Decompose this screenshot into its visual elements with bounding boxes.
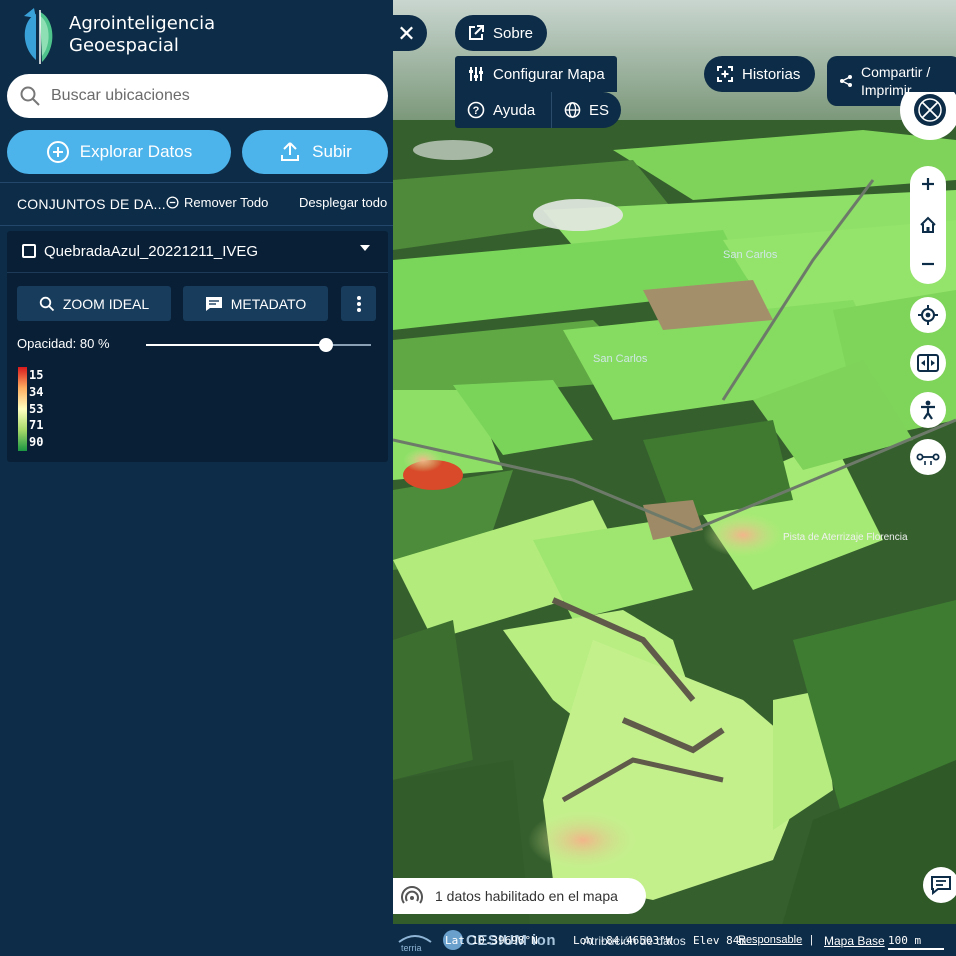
search-input[interactable] [51,82,371,110]
remove-all-button[interactable]: Remover Todo [166,195,268,210]
explore-data-button[interactable]: Explorar Datos [7,130,231,174]
longitude-readout: Lon -84.46503°W [573,934,673,947]
my-location-button[interactable] [910,297,946,333]
stories-label: Historias [742,65,801,83]
brand-name-line1: Agrointeligencia [69,13,216,34]
search-icon [39,296,54,311]
search-box[interactable] [7,74,388,118]
search-icon [20,86,40,106]
sliders-icon [469,67,483,81]
status-bar: terria CESIUM ion Atribución de datos La… [393,924,956,956]
kebab-menu-icon [356,295,361,312]
ideal-zoom-button[interactable]: ZOOM IDEAL [17,286,171,321]
share-icon [840,75,852,87]
workbench-item: QuebradaAzul_20221211_IVEG ZOOM IDEAL ME… [7,231,388,462]
scale-label: 100 m [888,934,922,947]
visibility-checkbox[interactable] [22,244,36,258]
measure-tool-button[interactable] [910,439,946,475]
ideal-zoom-label: ZOOM IDEAL [62,295,150,312]
pedestrian-icon [921,400,935,420]
latitude-readout: Lat 10.39698°N [445,934,538,947]
opacity-slider-thumb[interactable] [319,338,333,352]
upload-button[interactable]: Subir [242,130,388,174]
help-circle-icon: ? [467,101,485,119]
globe-icon [564,102,581,118]
sidebar: Agrointeligencia Geoespacial Explorar Da… [0,0,393,956]
legend-value: 15 [29,368,44,382]
legend-value: 53 [29,402,44,416]
enabled-data-indicator[interactable]: 1 datos habilitado en el mapa [393,878,646,914]
svg-text:terria: terria [401,943,422,952]
brand-logo-icon [24,8,53,64]
compare-icon [917,354,939,372]
zoom-controls [910,166,946,284]
about-label: Sobre [493,24,534,42]
datasets-title: CONJUNTOS DE DA... [17,196,166,212]
configure-map-button[interactable]: Configurar Mapa [455,56,617,92]
opacity-slider[interactable] [146,338,371,352]
map-view[interactable]: San Carlos San Carlos Pista de Aterrizaj… [393,0,956,956]
brand-name-line2: Geoespacial [69,35,179,56]
opacity-slider-fill [146,344,326,346]
explore-data-label: Explorar Datos [79,142,193,161]
language-button[interactable]: ES [551,92,621,128]
external-link-icon [469,25,484,40]
close-icon [400,26,413,40]
legend-color-ramp [18,367,27,451]
satellite-terrain[interactable]: San Carlos San Carlos Pista de Aterrizaj… [393,0,956,956]
stories-icon [717,66,733,82]
street-view-button[interactable] [910,392,946,428]
about-button[interactable]: Sobre [455,15,547,51]
workbench-item-header[interactable]: QuebradaAzul_20221211_IVEG [7,231,388,273]
legend-value: 71 [29,418,44,432]
map-label: Pista de Aterrizaje Florencia [783,532,908,543]
separator: | [810,934,813,946]
svg-text:?: ? [473,105,480,117]
basemap-link[interactable]: Mapa Base [824,934,885,948]
home-button[interactable] [910,207,946,243]
legend-value: 34 [29,385,44,399]
remove-all-label: Remover Todo [184,195,269,210]
minus-icon [922,262,934,266]
enabled-data-label: 1 datos habilitado en el mapa [435,888,618,904]
signal-icon [401,886,423,904]
upload-label: Subir [312,142,352,161]
crosshair-icon [918,305,938,325]
measure-icon [916,453,940,465]
help-button[interactable]: ? Ayuda [455,92,551,128]
upload-icon [281,142,300,161]
configure-map-label: Configurar Mapa [493,65,605,83]
feedback-button[interactable] [923,867,956,903]
datasets-header: CONJUNTOS DE DA... Remover Todo Desplega… [0,182,393,226]
legend-value: 90 [29,435,44,449]
share-label-line1: Compartir / [861,64,931,80]
more-options-button[interactable] [341,286,376,321]
split-compare-button[interactable] [910,345,946,381]
opacity-label: Opacidad: 80 % [17,336,110,351]
stories-button[interactable]: Historias [704,56,815,92]
feedback-icon [931,876,951,895]
plus-circle-icon [46,141,69,163]
metadata-button[interactable]: METADATO [183,286,328,321]
map-label: San Carlos [593,353,648,365]
compass-icon[interactable] [898,92,956,142]
zoom-out-button[interactable] [910,246,946,282]
metadata-label: METADATO [230,295,307,312]
scale-bar [888,948,944,950]
map-label: San Carlos [723,249,778,261]
help-label: Ayuda [493,101,536,119]
caret-down-icon[interactable] [360,245,370,251]
terria-logo-icon[interactable]: terria [397,930,433,952]
home-icon [920,216,936,233]
plus-icon [922,178,934,190]
comment-icon [205,296,222,311]
zoom-in-button[interactable] [910,166,946,202]
language-label: ES [588,101,609,119]
expand-all-button[interactable]: Desplegar todo [299,195,387,210]
minus-circle-icon [166,196,179,209]
disclaimer-link[interactable]: Responsable [738,934,802,946]
workbench-item-name: QuebradaAzul_20221211_IVEG [44,243,259,260]
